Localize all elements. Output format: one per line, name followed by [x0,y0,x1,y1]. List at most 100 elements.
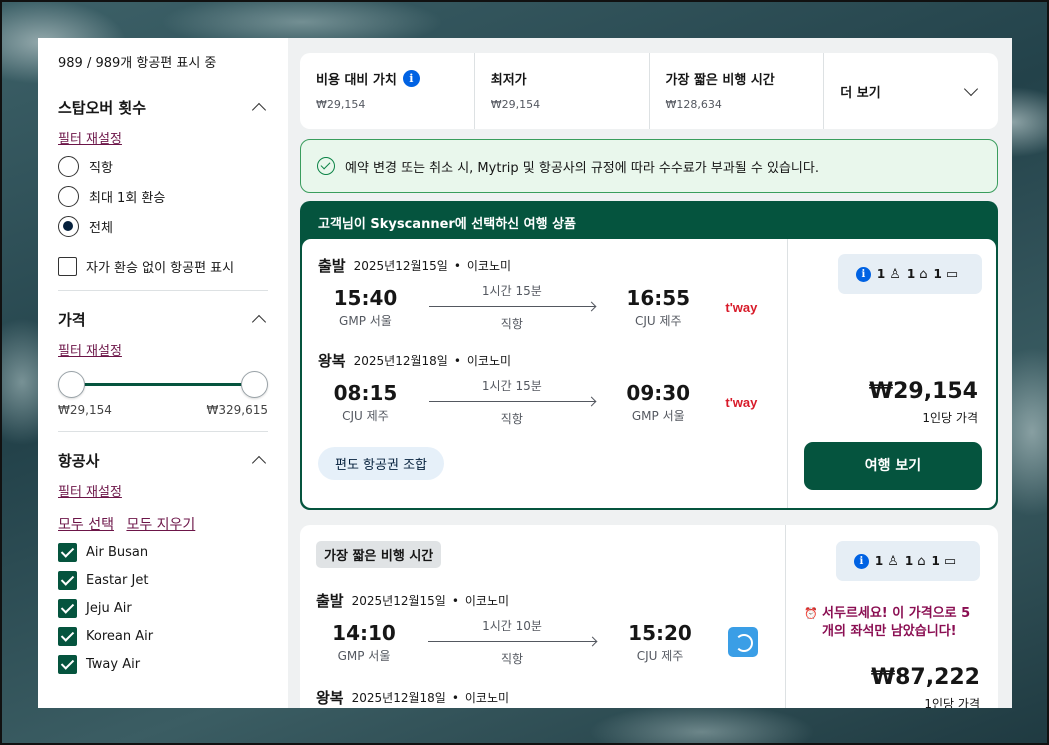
airline-select-links: 모두 선택 모두 지우기 [58,514,268,534]
flight-duration: 1시간 10분 [482,619,542,633]
clear-all-link[interactable]: 모두 지우기 [126,517,195,533]
airline-label: Tway Air [86,657,141,672]
departure-time: 15:40 [333,285,398,310]
airline-label: Jeju Air [86,601,132,616]
airline-item[interactable]: Korean Air [58,627,268,646]
one-way-combo-chip[interactable]: 편도 항공권 조합 [318,447,444,480]
airline-label: Eastar Jet [86,573,149,588]
per-person-label: 1인당 가격 [922,411,978,425]
price-reset-link[interactable]: 필터 재설정 [58,340,122,359]
price-filter: 가격 필터 재설정 ₩29,154 ₩329,615 [58,291,268,432]
airline-item[interactable]: Air Busan [58,543,268,562]
self-transfer-toggle[interactable]: 자가 환승 없이 항공편 표시 [58,257,268,276]
checked-bag-count: 1 [933,267,942,281]
radio-label: 최대 1회 환승 [89,191,166,206]
radio-button[interactable] [58,156,79,177]
baggage-info[interactable]: i 1 ♙ 1 ⌂ 1 ▭ [838,254,982,294]
info-icon: i [855,266,871,282]
radio-direct[interactable]: 직항 [58,156,268,177]
radio-button[interactable] [58,216,79,237]
cabin-bag-icon: ⌂ [917,553,926,569]
stops-filter: 스탑오버 횟수 필터 재설정 직항 최대 1회 환승 전체 자가 환승 없이 항… [58,71,268,291]
checkbox[interactable] [58,543,77,562]
per-person-label: 1인당 가격 [924,697,980,708]
sort-more[interactable]: 더 보기 [824,53,998,129]
featured-result: 고객님이 Skyscanner에 선택하신 여행 상품 출발 2025년12월1… [300,201,998,510]
checkbox[interactable] [58,627,77,646]
leg-inbound: 08:15 CJU 제주 1시간 15분 직항 09:30 GMP 서울 t'w… [318,377,771,427]
airline-reset-link[interactable]: 필터 재설정 [58,481,122,500]
airline-item[interactable]: Jeju Air [58,599,268,618]
price-min: ₩29,154 [58,403,112,417]
select-all-link[interactable]: 모두 선택 [58,517,114,533]
leg-header: 왕복 2025년12월18일 • 이코노미 [318,352,512,370]
scarcity-text: 서두르세요! 이 가격으로 5개의 좌석만 남았습니다! [822,606,971,639]
airline-title: 항공사 [58,452,100,470]
slider-track [70,383,256,386]
sort-label: 최저가 [490,73,527,88]
radio-all[interactable]: 전체 [58,216,268,237]
price-slider[interactable] [58,369,268,399]
price-range: ₩29,154 ₩329,615 [58,403,268,417]
leg-cabin: 이코노미 [464,594,510,608]
trip-price: ₩87,222 [870,665,980,690]
view-trip-button[interactable]: 여행 보기 [804,442,982,490]
leg-label: 출발 [316,592,344,610]
flight-duration: 1시간 15분 [481,379,542,393]
tway-logo-icon: t'way [725,299,758,315]
arrival-time: 15:20 [628,620,692,645]
stops-reset-link[interactable]: 필터 재설정 [58,128,122,147]
leg-outbound: 14:10 GMP 서울 1시간 10분 직항 15:20 CJU 제주 [316,617,769,667]
sort-price: ₩29,154 [490,98,541,111]
trip-price: ₩29,154 [868,379,978,404]
sort-label: 더 보기 [840,85,881,101]
radio-button[interactable] [58,186,79,207]
jeju-air-logo-icon [728,627,758,657]
scarcity-warning: ⏰ 서두르세요! 이 가격으로 5개의 좌석만 남았습니다! [804,605,982,641]
result-card[interactable]: 가장 짧은 비행 시간 출발 2025년12월15일 • 이코노미 14:10 … [300,525,998,708]
sort-fastest[interactable]: 가장 짧은 비행 시간 ₩128,634 [650,53,825,129]
arrow-icon [422,636,602,648]
leg-date: 2025년12월15일 [351,594,446,608]
departure-time: 14:10 [332,620,396,645]
checkbox-label: 자가 환승 없이 항공편 표시 [86,261,235,276]
checked-bag-count: 1 [931,554,940,568]
checkbox[interactable] [58,257,77,276]
airline-item[interactable]: Tway Air [58,655,268,674]
checkbox[interactable] [58,599,77,618]
airline-label: Korean Air [86,629,154,644]
leg-label: 왕복 [318,352,346,370]
fee-notice: 예약 변경 또는 취소 시, Mytrip 및 항공사의 규정에 따라 수수료가… [300,139,998,193]
info-icon[interactable]: i [402,70,420,87]
radio-one-stop[interactable]: 최대 1회 환승 [58,186,268,207]
sort-label: 가장 짧은 비행 시간 [665,73,775,88]
departure-time: 08:15 [333,380,398,405]
price-panel: i 1 ♙ 1 ⌂ 1 ▭ ⏰ 서두르세요! 이 가격으로 5개의 좌석만 남았습니다… [786,525,998,708]
baggage-info[interactable]: i 1 ♙ 1 ⌂ 1 ▭ [836,541,980,581]
sort-label: 비용 대비 가치 [316,73,397,88]
slider-max-handle[interactable] [241,371,268,398]
airline-item[interactable]: Eastar Jet [58,571,268,590]
leg-outbound: 15:40 GMP 서울 1시간 15분 직항 16:55 CJU 제주 t'w… [318,282,771,332]
stops-label: 직항 [500,652,524,666]
checkbox[interactable] [58,571,77,590]
price-max: ₩329,615 [206,403,269,417]
sort-price: ₩128,634 [665,98,722,111]
slider-min-handle[interactable] [58,371,85,398]
checkbox[interactable] [58,655,77,674]
leg-date: 2025년12월15일 [353,259,448,273]
tway-logo-icon: t'way [725,394,758,410]
radio-label: 직항 [89,161,113,176]
airline-label: Air Busan [86,545,149,560]
sort-cheapest[interactable]: 최저가 ₩29,154 [475,53,650,129]
result-card[interactable]: 출발 2025년12월15일 • 이코노미 15:40 GMP 서울 1시간 1… [302,239,996,508]
sort-best-value[interactable]: 비용 대비 가치 i ₩29,154 [300,53,475,129]
leg-label: 왕복 [316,689,344,707]
itinerary: 출발 2025년12월15일 • 이코노미 15:40 GMP 서울 1시간 1… [302,239,788,508]
results-page: 989 / 989개 항공편 표시 중 스탑오버 횟수 필터 재설정 직항 최대… [38,38,1012,708]
leg-header: 출발 2025년12월15일 • 이코노미 [316,592,510,610]
leg-header: 왕복 2025년12월18일 • 이코노미 [316,689,510,707]
leg-cabin: 이코노미 [466,259,512,273]
cabin-bag-icon: ⌂ [919,266,928,282]
arrival-time: 09:30 [626,380,691,405]
